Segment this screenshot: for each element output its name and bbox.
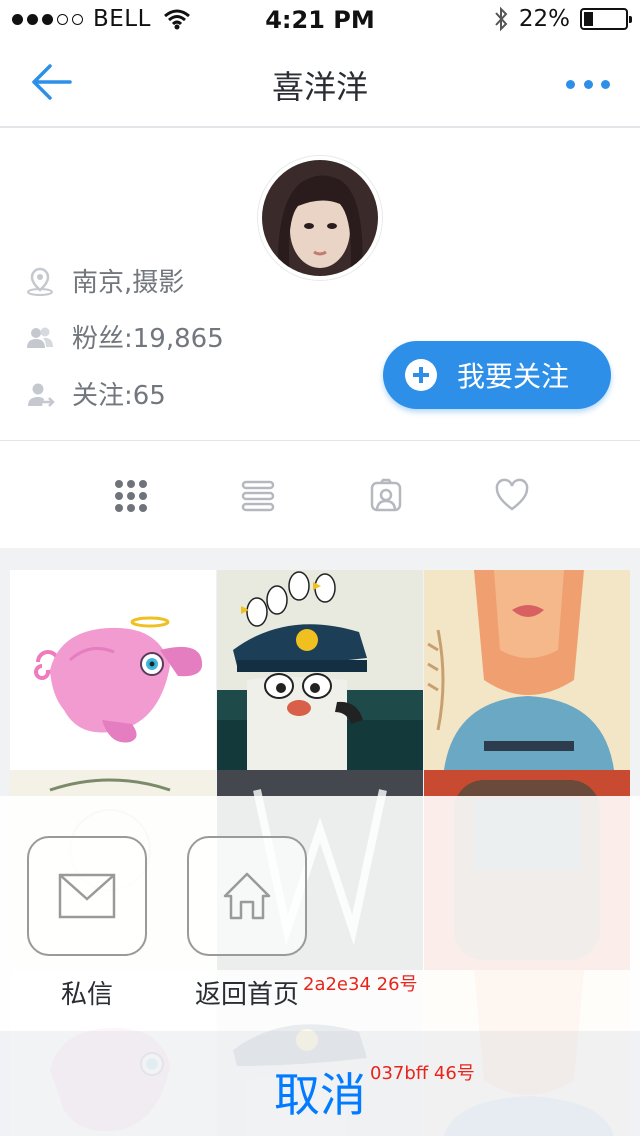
pink-elephant-illustration	[34, 616, 203, 743]
navigation-bar: 喜洋洋	[0, 40, 640, 128]
cancel-label: 取消	[274, 1068, 366, 1122]
list-icon	[241, 480, 275, 512]
spec-annotation: 2a2e34 26号	[303, 974, 418, 995]
location-text: 南京,摄影	[72, 268, 185, 298]
page-title: 喜洋洋	[271, 68, 368, 106]
avatar-portrait-image	[262, 160, 378, 276]
following-count: 关注:65	[72, 381, 166, 411]
dots-grid-icon	[115, 480, 147, 512]
following-user-icon	[24, 378, 56, 410]
girl-portrait-illustration	[424, 570, 630, 770]
portrait-tab[interactable]	[352, 462, 420, 530]
home-icon	[187, 836, 307, 956]
fans-users-icon	[24, 321, 56, 353]
list-view-tab[interactable]	[224, 462, 292, 530]
grid-view-tab[interactable]	[97, 462, 165, 530]
fans-row: 粉丝:19,865	[24, 318, 224, 355]
action-sheet: 私信 返回首页 2a2e34 26号	[0, 796, 640, 1031]
plus-circle-icon	[405, 359, 437, 391]
private-message-button[interactable]: 私信	[22, 836, 152, 1011]
battery-icon	[580, 8, 632, 30]
section-divider	[0, 440, 640, 441]
follow-button[interactable]: 我要关注	[383, 341, 611, 409]
photo-tile[interactable]	[10, 570, 216, 770]
back-to-home-label: 返回首页	[194, 980, 299, 1010]
fans-count: 粉丝:19,865	[72, 324, 224, 354]
avatar[interactable]	[258, 156, 382, 280]
bluetooth-icon	[495, 6, 508, 32]
status-bar: BELL 4:21 PM 22%	[0, 0, 640, 40]
photo-tile[interactable]	[217, 570, 423, 770]
following-row: 关注:65	[24, 375, 166, 412]
battery-percent: 22%	[518, 6, 570, 32]
spec-annotation-cancel: 037bff 46号	[370, 1063, 475, 1084]
portrait-icon	[370, 478, 402, 512]
follow-button-label: 我要关注	[457, 360, 570, 393]
more-dot-icon	[601, 79, 610, 89]
cancel-button[interactable]: 取消 037bff 46号	[0, 1031, 640, 1136]
photo-tile[interactable]	[424, 570, 630, 770]
more-dot-icon	[566, 79, 575, 89]
private-message-label: 私信	[60, 980, 113, 1010]
view-tabs	[0, 462, 640, 530]
more-dot-icon	[583, 79, 593, 89]
battery-level	[584, 12, 593, 26]
location-pin-icon	[24, 265, 56, 297]
favorites-tab[interactable]	[478, 462, 546, 530]
heart-icon	[495, 478, 529, 511]
sea-captain-illustration	[217, 570, 423, 770]
more-button[interactable]	[566, 72, 610, 96]
back-to-home-button[interactable]: 返回首页	[182, 836, 312, 1011]
status-right: 22%	[493, 6, 632, 32]
envelope-icon	[27, 836, 147, 956]
location-row: 南京,摄影	[24, 262, 184, 299]
